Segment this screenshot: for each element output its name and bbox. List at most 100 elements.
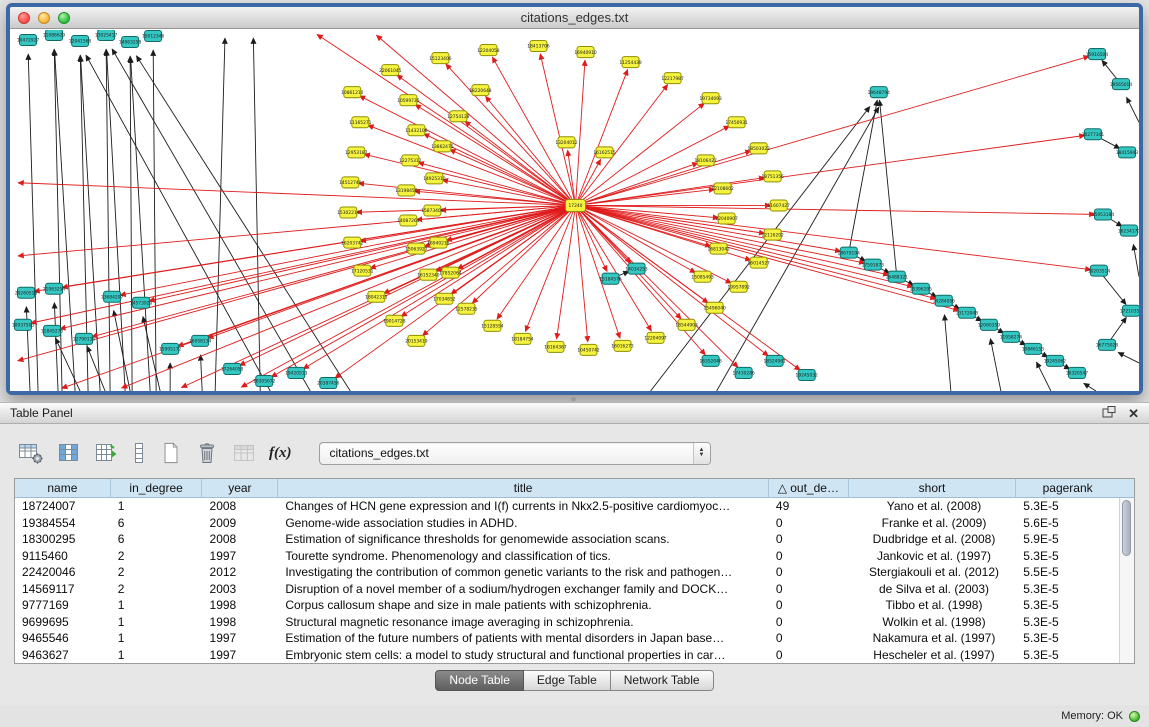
table-row[interactable]: 1830029562008Estimation of significance … (15, 531, 1119, 548)
graph-node[interactable]: 14087261 (397, 215, 420, 226)
graph-node[interactable]: 11432108 (405, 125, 428, 136)
graph-node[interactable]: 16058134 (189, 335, 212, 346)
graph-node[interactable]: 18413706 (527, 41, 550, 52)
graph-node[interactable]: 10937503 (12, 319, 35, 330)
graph-node[interactable]: 16164367 (544, 341, 567, 352)
graph-node[interactable]: 16016273 (611, 340, 634, 351)
table-row[interactable]: 946554611997Estimation of the future num… (15, 630, 1119, 647)
graph-node[interactable]: 17264058 (221, 363, 244, 374)
graph-node[interactable]: 15302214 (337, 207, 360, 218)
graph-node[interactable]: 13684207 (101, 291, 124, 302)
graph-node[interactable]: 12204058 (477, 45, 500, 56)
graph-node[interactable]: 12108602 (711, 183, 734, 194)
table-row[interactable]: 977716911998Corpus callosum shape and si… (15, 597, 1119, 614)
graph-node[interactable]: 14284056 (933, 295, 956, 306)
graph-node[interactable]: 12041568 (69, 36, 92, 47)
minimize-window-button[interactable] (38, 12, 50, 24)
graph-node[interactable]: 18305672 (253, 375, 276, 386)
graph-node[interactable]: 15123406 (429, 53, 452, 64)
graph-node[interactable]: 10450742 (577, 344, 600, 355)
tab-network-table[interactable]: Network Table (611, 670, 714, 691)
graph-node[interactable]: 19734093 (699, 93, 722, 104)
graph-node[interactable]: 18184754 (511, 333, 534, 344)
import-table-icon[interactable] (232, 440, 256, 466)
table-row[interactable]: 1872400712008Changes of HCN gene express… (15, 498, 1119, 515)
graph-node[interactable]: 19245062 (1044, 355, 1067, 366)
graph-node[interactable]: 15873406 (421, 205, 444, 216)
graph-node[interactable]: 17591873 (862, 259, 885, 270)
column-settings-icon[interactable] (18, 440, 44, 466)
graph-node[interactable]: 17120531 (351, 265, 374, 276)
graph-node[interactable]: 12790135 (73, 333, 96, 344)
citation-network-graph[interactable]: 17240 22061045 15123406 12204058 18413706 169… (10, 30, 1139, 391)
graph-node[interactable]: 15916504 (1086, 49, 1109, 60)
graph-node[interactable]: 11254439 (619, 57, 642, 68)
graph-node[interactable]: 17430286 (732, 367, 755, 378)
graph-node[interactable]: 11165271 (349, 117, 372, 128)
graph-node[interactable]: 19957892 (727, 281, 750, 292)
graph-node[interactable]: 11086629 (43, 30, 66, 41)
graph-node[interactable]: 16775028 (1096, 339, 1119, 350)
graph-node[interactable]: 13172048 (956, 307, 979, 318)
graph-node[interactable]: 15496040 (703, 302, 726, 313)
zoom-window-button[interactable] (58, 12, 70, 24)
tab-edge-table[interactable]: Edge Table (524, 670, 611, 691)
graph-node[interactable]: 20387456 (317, 377, 340, 388)
table-row[interactable]: 1456911722003Disruption of a novel membe… (15, 581, 1119, 598)
graph-node[interactable]: 20153419 (405, 335, 428, 346)
graph-node[interactable]: 19648794 (868, 87, 891, 98)
graph-node[interactable]: 19565014 (1110, 79, 1133, 90)
graph-node[interactable]: 12204097 (644, 332, 667, 343)
graph-node[interactable]: 16813042 (707, 243, 730, 254)
network-canvas[interactable]: 17240 22061045 15123406 12204058 18413706 169… (10, 30, 1139, 391)
graph-node[interactable]: 15396205 (910, 283, 933, 294)
graph-node[interactable]: 15063927 (405, 243, 428, 254)
graph-node[interactable]: 10861210 (341, 87, 364, 98)
graph-node[interactable]: 22061045 (379, 65, 402, 76)
graph-node[interactable]: 20260518 (15, 287, 38, 298)
graph-node[interactable]: 15905172 (159, 343, 182, 354)
scrollbar-thumb[interactable] (1122, 500, 1131, 556)
table-selector-dropdown[interactable]: citations_edges.txt ▲ ▼ (319, 442, 711, 465)
graph-hub-node[interactable]: 17240 (565, 199, 585, 211)
graph-node[interactable]: 14063258 (119, 37, 142, 48)
graph-node[interactable]: 18415943 (1116, 147, 1139, 158)
tab-node-table[interactable]: Node Table (435, 670, 524, 691)
graph-node[interactable]: 13198456 (395, 185, 418, 196)
graph-node[interactable]: 16014527 (747, 257, 770, 268)
graph-node[interactable]: 18751356 (762, 171, 785, 182)
graph-node[interactable]: 14925310 (423, 173, 446, 184)
graph-node[interactable]: 19245032 (796, 369, 819, 380)
new-row-icon[interactable] (160, 440, 182, 466)
graph-node[interactable]: 16940218 (427, 237, 450, 248)
graph-node[interactable]: 18106427 (694, 155, 717, 166)
show-columns-icon[interactable] (57, 440, 81, 466)
graph-node[interactable]: 21063254 (43, 283, 66, 294)
graph-node[interactable]: 12953187 (345, 147, 368, 158)
graph-node[interactable]: 18042315 (365, 291, 388, 302)
graph-node[interactable]: 18220648 (469, 85, 492, 96)
close-window-button[interactable] (18, 12, 30, 24)
graph-node[interactable]: 17852064 (439, 267, 462, 278)
graph-node[interactable]: 13862475 (431, 141, 454, 152)
graph-node[interactable]: 13204012 (555, 137, 578, 148)
column-header-short[interactable]: short (849, 479, 1017, 497)
table-row[interactable]: 1938455462009Genome-wide association stu… (15, 515, 1119, 532)
graph-node[interactable]: 17450931 (725, 117, 748, 128)
graph-node[interactable]: 16488321 (886, 271, 909, 282)
table-scrollbar[interactable] (1119, 498, 1134, 663)
graph-node[interactable]: 22040907 (715, 213, 738, 224)
column-header-title[interactable]: title (278, 479, 769, 497)
graph-node[interactable]: 12754128 (447, 111, 470, 122)
graph-node[interactable]: 14512740 (339, 177, 362, 188)
graph-node[interactable]: 10599735 (397, 95, 420, 106)
graph-node[interactable]: 10472927 (17, 35, 40, 46)
graph-node[interactable]: 18503023 (747, 143, 770, 154)
graph-node[interactable]: 12116202 (762, 229, 785, 240)
graph-node[interactable]: 15184576 (599, 273, 622, 284)
graph-node[interactable]: 12275312 (399, 155, 422, 166)
graph-node[interactable]: 13025417 (95, 30, 118, 41)
graph-node[interactable]: 18524061 (764, 355, 787, 366)
graph-node[interactable]: 16234170 (1118, 225, 1139, 236)
graph-node[interactable]: 10277341 (1082, 129, 1105, 140)
